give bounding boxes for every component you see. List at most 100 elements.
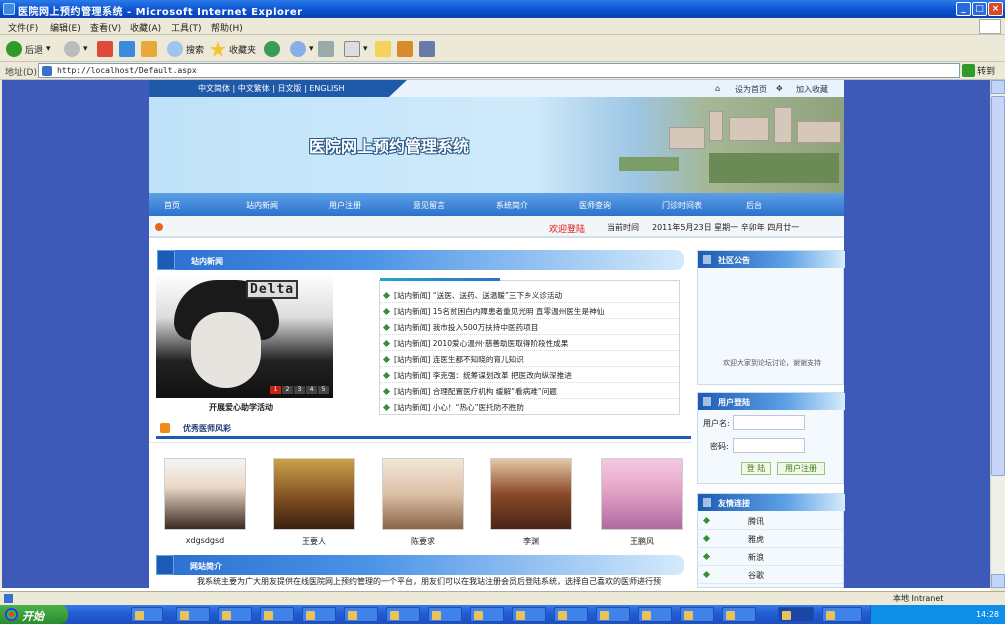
register-button[interactable]: 用户注册 bbox=[777, 462, 825, 475]
current-time: 2011年5月23日 星期一 辛卯年 四月廿一 bbox=[652, 223, 800, 232]
news-item[interactable]: [站内新闻] 我市投入500万扶持中医药项目 bbox=[380, 319, 679, 335]
friend-link[interactable]: 新浪 bbox=[698, 548, 843, 566]
home-button[interactable] bbox=[141, 40, 157, 58]
doctor-card[interactable]: 陈要求 bbox=[382, 458, 464, 547]
doctor-card[interactable]: 王鹏风 bbox=[601, 458, 683, 547]
nav-doctors[interactable]: 医师查询 bbox=[579, 200, 611, 211]
taskbar-item[interactable] bbox=[344, 607, 378, 622]
refresh-icon bbox=[119, 41, 135, 57]
username-input[interactable] bbox=[733, 415, 805, 430]
login-button[interactable]: 登 陆 bbox=[741, 462, 771, 475]
taskbar-item[interactable] bbox=[428, 607, 462, 622]
scroll-down-button[interactable] bbox=[991, 574, 1005, 588]
book-icon bbox=[157, 250, 175, 270]
clock: 14:28 bbox=[975, 610, 999, 619]
friend-link[interactable]: 腾讯 bbox=[698, 512, 843, 530]
news-item[interactable]: [站内新闻] 连医生都不知晓的育儿知识 bbox=[380, 351, 679, 367]
toolbar: 后退 ▾ ▾ 搜索 收藏夹 ▾ ▾ bbox=[0, 36, 1005, 62]
slide-page[interactable]: 5 bbox=[318, 386, 329, 394]
menu-help[interactable]: 帮助(H) bbox=[211, 21, 243, 34]
mail-button[interactable]: ▾ bbox=[290, 40, 314, 58]
taskbar-item[interactable] bbox=[596, 607, 630, 622]
password-input[interactable] bbox=[733, 438, 805, 453]
print-button[interactable] bbox=[318, 40, 334, 58]
nav-schedule[interactable]: 门诊时间表 bbox=[662, 200, 702, 211]
nav-news[interactable]: 站内新闻 bbox=[246, 200, 278, 211]
taskbar-item[interactable] bbox=[512, 607, 546, 622]
address-input[interactable]: http://localhost/Default.aspx bbox=[38, 63, 960, 78]
doctor-card[interactable]: 王要人 bbox=[273, 458, 355, 547]
slide-page[interactable]: 3 bbox=[294, 386, 305, 394]
minimize-button[interactable]: _ bbox=[956, 2, 971, 16]
search-button[interactable]: 搜索 bbox=[167, 40, 204, 58]
taskbar-item[interactable] bbox=[470, 607, 504, 622]
go-button[interactable]: 转到 bbox=[962, 63, 1002, 78]
news-section-header: 站内新闻 bbox=[157, 250, 684, 270]
slide-page[interactable]: 4 bbox=[306, 386, 317, 394]
news-item[interactable]: [站内新闻] 李克强：统筹谋划改革 把医改向纵深推进 bbox=[380, 367, 679, 383]
friend-link[interactable]: 雅虎 bbox=[698, 530, 843, 548]
slide-page[interactable]: 1 bbox=[270, 386, 281, 394]
nav-about[interactable]: 系统简介 bbox=[496, 200, 528, 211]
news-slideshow[interactable]: Delta 1 2 3 4 5 bbox=[156, 274, 333, 398]
nav-guestbook[interactable]: 意见留言 bbox=[413, 200, 445, 211]
back-button[interactable]: 后退 ▾ bbox=[6, 40, 51, 58]
add-favorite-link[interactable]: 加入收藏 bbox=[796, 84, 828, 95]
news-item[interactable]: [站内新闻] “送医、送药、送温暖”三下乡义诊活动 bbox=[380, 287, 679, 303]
taskbar-item[interactable] bbox=[680, 607, 714, 622]
taskbar-item[interactable] bbox=[302, 607, 336, 622]
start-button[interactable]: 开始 bbox=[0, 605, 68, 624]
taskbar-item[interactable] bbox=[638, 607, 672, 622]
news-item[interactable]: [站内新闻] 合理配置医疗机构 缓解“看病难”问题 bbox=[380, 383, 679, 399]
favorites-button[interactable]: 收藏夹 bbox=[210, 40, 256, 58]
nav-register[interactable]: 用户注册 bbox=[329, 200, 361, 211]
main-nav: 首页 站内新闻 用户注册 意见留言 系统简介 医师查询 门诊时间表 后台 bbox=[149, 193, 844, 216]
friend-link[interactable]: 谷歌 bbox=[698, 566, 843, 584]
news-item[interactable]: [站内新闻] 2010爱心温州·慈善助医取得阶段性成果 bbox=[380, 335, 679, 351]
page-icon bbox=[42, 66, 52, 76]
doctor-card[interactable]: 李渊 bbox=[490, 458, 572, 547]
menu-file[interactable]: 文件(F) bbox=[8, 21, 38, 34]
messenger-button[interactable] bbox=[419, 40, 435, 58]
language-links[interactable]: 中文简体 | 中文繁体 | 日文版 | ENGLISH bbox=[149, 80, 407, 97]
menu-tools[interactable]: 工具(T) bbox=[171, 21, 202, 34]
taskbar-item[interactable] bbox=[176, 607, 210, 622]
taskbar-item[interactable] bbox=[822, 607, 862, 622]
slide-page[interactable]: 2 bbox=[282, 386, 293, 394]
forward-button[interactable]: ▾ bbox=[64, 40, 88, 58]
taskbar-item[interactable] bbox=[722, 607, 756, 622]
taskbar-item[interactable] bbox=[260, 607, 294, 622]
set-home-link[interactable]: 设为首页 bbox=[735, 84, 767, 95]
nav-admin[interactable]: 后台 bbox=[746, 200, 762, 211]
nav-home[interactable]: 首页 bbox=[164, 200, 180, 211]
welcome-login-link[interactable]: 欢迎登陆 bbox=[549, 222, 585, 235]
stop-button[interactable] bbox=[97, 40, 113, 58]
history-button[interactable] bbox=[264, 40, 280, 58]
taskbar-item[interactable] bbox=[386, 607, 420, 622]
page-viewport: 中文简体 | 中文繁体 | 日文版 | ENGLISH ⌂ 设为首页 ✥ 加入收… bbox=[2, 80, 990, 588]
maximize-button[interactable]: □ bbox=[972, 2, 987, 16]
taskbar-item[interactable] bbox=[218, 607, 252, 622]
bullet-icon bbox=[382, 307, 391, 316]
slide-caption[interactable]: 开展爱心助学活动 bbox=[209, 402, 273, 413]
menu-bar: 文件(F) 编辑(E) 查看(V) 收藏(A) 工具(T) 帮助(H) bbox=[0, 18, 1005, 35]
taskbar-item-active[interactable] bbox=[778, 607, 814, 622]
edit-button[interactable]: ▾ bbox=[344, 40, 368, 58]
vertical-scrollbar[interactable] bbox=[990, 80, 1005, 588]
close-button[interactable]: × bbox=[988, 2, 1003, 16]
menu-edit[interactable]: 编辑(E) bbox=[50, 21, 81, 34]
discuss-button[interactable] bbox=[375, 40, 391, 58]
taskbar-item[interactable] bbox=[554, 607, 588, 622]
news-item[interactable]: [站内新闻] 15名贫困白内障患者重见光明 直零温州医生是神仙 bbox=[380, 303, 679, 319]
links-header: 友情连接 bbox=[698, 494, 845, 511]
news-item[interactable]: [站内新闻] 小心！“热心”医托防不胜防 bbox=[380, 399, 679, 415]
research-button[interactable] bbox=[397, 40, 413, 58]
menu-view[interactable]: 查看(V) bbox=[90, 21, 121, 34]
menu-favorites[interactable]: 收藏(A) bbox=[130, 21, 161, 34]
site-banner: 医院网上预约管理系统 bbox=[149, 97, 844, 193]
scroll-up-button[interactable] bbox=[991, 80, 1005, 94]
refresh-button[interactable] bbox=[119, 40, 135, 58]
scroll-thumb[interactable] bbox=[991, 96, 1005, 476]
taskbar-item[interactable] bbox=[131, 607, 163, 622]
doctor-card[interactable]: xdgsdgsd bbox=[164, 458, 246, 545]
